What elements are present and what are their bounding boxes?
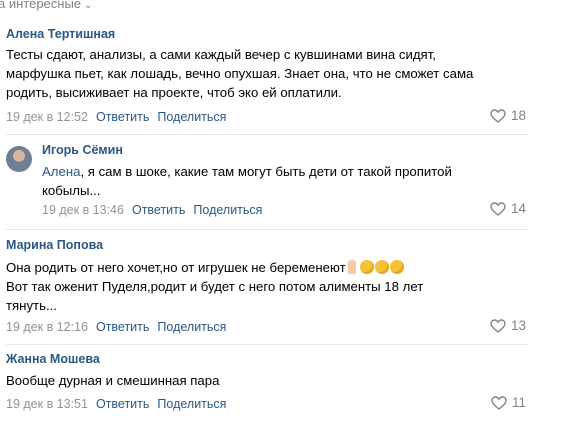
share-button[interactable]: Поделиться [157,320,226,334]
sort-label: а интересные [0,0,82,11]
comment-text-line: Тесты сдают, анализы, а сами каждый вече… [6,47,436,62]
reply-button[interactable]: Ответить [96,320,149,334]
heart-icon [491,395,507,410]
comment-author[interactable]: Алена Тертишная [6,27,115,41]
share-button[interactable]: Поделиться [157,110,226,124]
comment-text-line: тянуть... [6,298,57,313]
chevron-down-icon: ⌄ [84,0,93,11]
comment-text-line: родить, высиживает на проекте, чтоб эко … [6,85,342,100]
finger-emoji-icon [347,260,356,274]
like-button[interactable]: 18 [490,108,526,123]
like-count: 13 [510,318,526,333]
comment-meta: 19 дек в 12:52 Ответить Поделиться [6,110,226,124]
like-count: 18 [510,108,526,123]
share-button[interactable]: Поделиться [193,203,262,217]
comment-meta: 19 дек в 12:16 Ответить Поделиться [6,320,226,334]
divider [6,344,528,345]
avatar[interactable] [6,146,32,172]
comment-author[interactable]: Игорь Сёмин [42,143,123,157]
comment-date[interactable]: 19 дек в 13:51 [6,397,88,411]
divider [6,134,528,135]
like-button[interactable]: 13 [490,318,526,333]
comment-meta: 19 дек в 13:46 Ответить Поделиться [42,203,262,217]
reply-button[interactable]: Ответить [96,397,149,411]
share-button[interactable]: Поделиться [157,397,226,411]
reply-to-link[interactable]: Алена [42,164,80,179]
divider [6,229,528,230]
like-count: 11 [511,395,526,410]
heart-icon [490,201,506,216]
sort-dropdown[interactable]: а интересные ⌄ [0,0,92,11]
laughing-emoji-icon [374,260,389,274]
like-count: 14 [510,201,526,216]
comment-author[interactable]: Жанна Мошева [6,352,100,366]
heart-icon [490,108,506,123]
like-button[interactable]: 11 [491,395,526,410]
reply-button[interactable]: Ответить [96,110,149,124]
comment-text-line: кобылы... [42,183,101,198]
reply-button[interactable]: Ответить [132,203,185,217]
comment-text-line: марфушка пьет, как лошадь, вечно опухшая… [6,66,474,81]
comment-text-line: Алена, я сам в шоке, какие там могут быт… [42,164,452,179]
comment-text-line: Вообще дурная и смешинная пара [6,373,220,388]
laughing-emoji-icon [359,260,374,274]
comment-date[interactable]: 19 дек в 12:16 [6,320,88,334]
comment-text-line: Она родить от него хочет,но от игрушек н… [6,258,404,277]
comment-text-line: Вот так оженит Пуделя,родит и будет с не… [6,279,424,294]
heart-icon [490,318,506,333]
comment-meta: 19 дек в 13:51 Ответить Поделиться [6,397,226,411]
laughing-emoji-icon [389,260,404,274]
comment-date[interactable]: 19 дек в 13:46 [42,203,124,217]
comment-date[interactable]: 19 дек в 12:52 [6,110,88,124]
like-button[interactable]: 14 [490,201,526,216]
comment-author[interactable]: Марина Попова [6,238,103,252]
comment-text: Она родить от него хочет,но от игрушек н… [6,260,346,275]
